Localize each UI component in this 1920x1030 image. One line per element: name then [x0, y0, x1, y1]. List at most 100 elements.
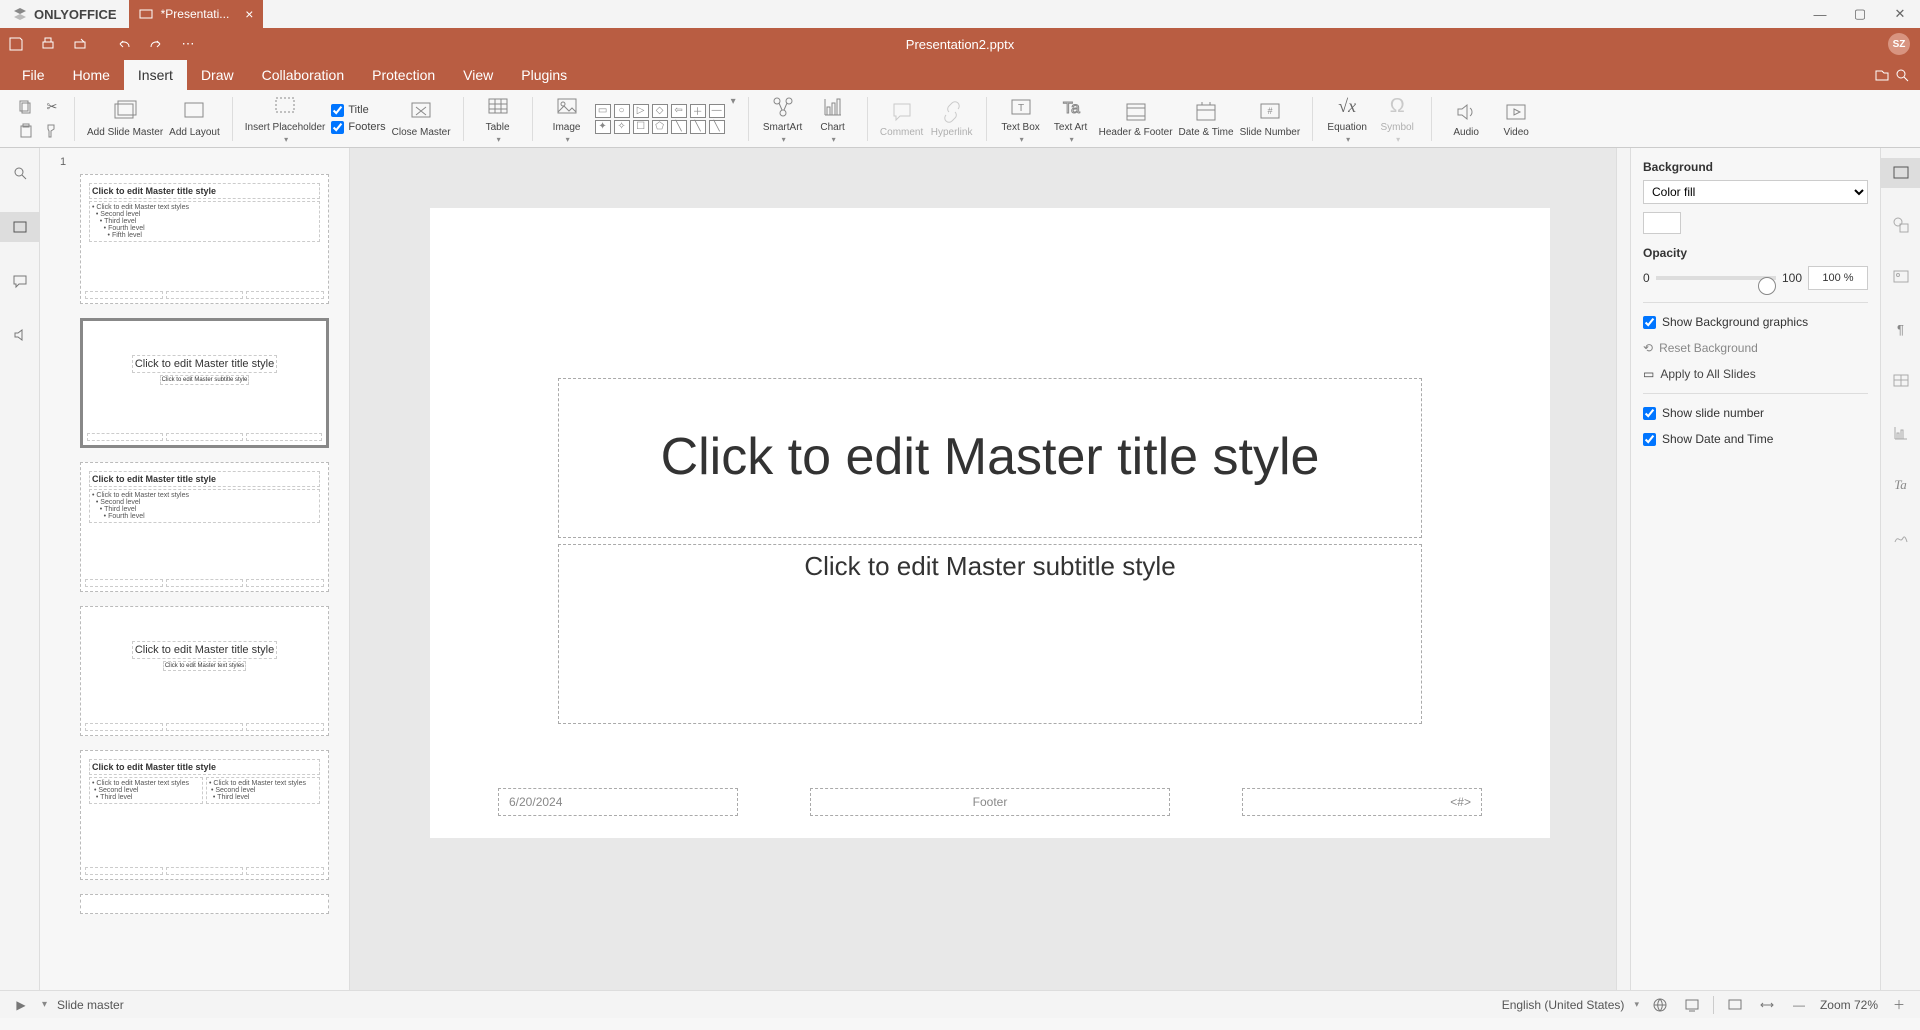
- smartart-button[interactable]: SmartArt: [761, 94, 805, 144]
- text-box-button[interactable]: T Text Box: [999, 94, 1043, 144]
- title-placeholder[interactable]: Click to edit Master title style: [558, 378, 1422, 538]
- slides-panel-icon[interactable]: [0, 212, 40, 242]
- add-slide-master-button[interactable]: Add Slide Master: [87, 99, 163, 138]
- text-art-button[interactable]: Ta Text Art: [1049, 94, 1093, 144]
- equation-button[interactable]: √x Equation: [1325, 94, 1369, 144]
- audio-button[interactable]: Audio: [1444, 99, 1488, 138]
- insert-placeholder-button[interactable]: Insert Placeholder: [245, 94, 326, 144]
- feedback-icon[interactable]: [0, 320, 40, 350]
- table-settings-icon[interactable]: [1881, 366, 1920, 396]
- more-icon[interactable]: ⋯: [172, 28, 204, 60]
- slide-number-placeholder[interactable]: <#>: [1242, 788, 1482, 816]
- undo-icon[interactable]: [108, 28, 140, 60]
- subtitle-placeholder[interactable]: Click to edit Master subtitle style: [558, 544, 1422, 724]
- slide-thumbnails[interactable]: 1 Click to edit Master title style • Cli…: [40, 148, 350, 990]
- format-painter-icon[interactable]: [42, 121, 62, 141]
- fill-color-swatch[interactable]: [1643, 212, 1681, 234]
- title-checkbox[interactable]: Title: [331, 104, 385, 117]
- menu-insert[interactable]: Insert: [124, 60, 187, 90]
- close-tab-icon[interactable]: ×: [245, 6, 253, 22]
- copy-icon[interactable]: [16, 97, 36, 117]
- menu-home[interactable]: Home: [59, 60, 124, 90]
- thumb-layout-2[interactable]: Click to edit Master title style • Click…: [80, 462, 329, 592]
- cut-icon[interactable]: ✂: [42, 97, 62, 117]
- thumb-master[interactable]: Click to edit Master title style • Click…: [80, 174, 329, 304]
- close-master-button[interactable]: Close Master: [392, 99, 451, 138]
- table-button[interactable]: Table: [476, 94, 520, 144]
- apply-all-button[interactable]: ▭Apply to All Slides: [1643, 361, 1868, 387]
- zoom-out-icon[interactable]: —: [1788, 994, 1810, 1016]
- comment-button: Comment: [880, 99, 924, 138]
- fit-width-icon[interactable]: [1756, 994, 1778, 1016]
- thumb-layout-3[interactable]: Click to edit Master title styleClick to…: [80, 606, 329, 736]
- signature-settings-icon[interactable]: [1881, 522, 1920, 552]
- chart-settings-icon[interactable]: [1881, 418, 1920, 448]
- menu-plugins[interactable]: Plugins: [507, 60, 581, 90]
- main-area: 1 Click to edit Master title style • Cli…: [0, 148, 1920, 990]
- svg-text:T: T: [1018, 103, 1024, 114]
- image-settings-icon[interactable]: [1881, 262, 1920, 292]
- shapes-gallery[interactable]: ▭○▷◇⇦＋— ✦✧☐⬠╲╲╲: [595, 104, 725, 134]
- menu-view[interactable]: View: [449, 60, 507, 90]
- paste-icon[interactable]: [16, 121, 36, 141]
- date-time-button[interactable]: Date & Time: [1179, 99, 1234, 138]
- canvas-scrollbar[interactable]: [1616, 148, 1630, 990]
- fill-type-select[interactable]: Color fill: [1643, 180, 1868, 204]
- slide-settings-icon[interactable]: [1881, 158, 1920, 188]
- menu-collaboration[interactable]: Collaboration: [248, 60, 359, 90]
- hyperlink-button: Hyperlink: [930, 99, 974, 138]
- shapes-expand-icon[interactable]: ▾: [731, 96, 736, 107]
- slide-canvas[interactable]: Click to edit Master title style Click t…: [350, 148, 1630, 990]
- slide[interactable]: Click to edit Master title style Click t…: [430, 208, 1550, 838]
- footer-placeholder[interactable]: Footer: [810, 788, 1170, 816]
- close-window-button[interactable]: ✕: [1880, 0, 1920, 28]
- image-button[interactable]: Image: [545, 94, 589, 144]
- save-icon[interactable]: [0, 28, 32, 60]
- maximize-button[interactable]: ▢: [1840, 0, 1880, 28]
- quick-print-icon[interactable]: [64, 28, 96, 60]
- doc-feedback-icon[interactable]: [1681, 994, 1703, 1016]
- slide-number-button[interactable]: # Slide Number: [1240, 99, 1301, 138]
- opacity-min: 0: [1643, 271, 1650, 285]
- date-placeholder[interactable]: 6/20/2024: [498, 788, 738, 816]
- show-date-time-checkbox[interactable]: Show Date and Time: [1643, 426, 1868, 452]
- add-layout-button[interactable]: Add Layout: [169, 99, 220, 138]
- zoom-in-icon[interactable]: ＋: [1888, 994, 1910, 1016]
- search-icon[interactable]: [1894, 67, 1910, 83]
- document-tab[interactable]: *Presentati... ×: [129, 0, 264, 28]
- video-button[interactable]: Video: [1494, 99, 1538, 138]
- paragraph-settings-icon[interactable]: ¶: [1881, 314, 1920, 344]
- reset-background-button[interactable]: ⟲Reset Background: [1643, 335, 1868, 361]
- print-icon[interactable]: [32, 28, 64, 60]
- minimize-button[interactable]: —: [1800, 0, 1840, 28]
- menu-draw[interactable]: Draw: [187, 60, 248, 90]
- redo-icon[interactable]: [140, 28, 172, 60]
- opacity-slider[interactable]: [1656, 276, 1776, 280]
- comments-panel-icon[interactable]: [0, 266, 40, 296]
- start-slideshow-icon[interactable]: ▶: [10, 994, 32, 1016]
- thumb-layout-5[interactable]: [80, 894, 329, 914]
- opacity-max: 100: [1782, 271, 1802, 285]
- user-avatar[interactable]: SZ: [1888, 33, 1910, 55]
- open-location-icon[interactable]: [1874, 67, 1890, 83]
- zoom-label[interactable]: Zoom 72%: [1820, 998, 1878, 1012]
- thumb-layout-4[interactable]: Click to edit Master title style • Click…: [80, 750, 329, 880]
- thumb-layout-1[interactable]: Click to edit Master title style Click t…: [80, 318, 329, 448]
- find-icon[interactable]: [0, 158, 40, 188]
- fit-slide-icon[interactable]: [1724, 994, 1746, 1016]
- text-art-settings-icon[interactable]: Ta: [1881, 470, 1920, 500]
- shape-settings-icon[interactable]: [1881, 210, 1920, 240]
- menu-protection[interactable]: Protection: [358, 60, 449, 90]
- opacity-value[interactable]: 100 %: [1808, 266, 1868, 290]
- footers-checkbox[interactable]: Footers: [331, 121, 385, 134]
- show-slide-number-checkbox[interactable]: Show slide number: [1643, 400, 1868, 426]
- app-logo: ONLYOFFICE: [0, 6, 129, 22]
- background-heading: Background: [1643, 160, 1868, 174]
- slideshow-dropdown-icon[interactable]: ▾: [42, 999, 47, 1010]
- header-footer-button[interactable]: Header & Footer: [1099, 99, 1173, 138]
- language-label[interactable]: English (United States): [1502, 998, 1625, 1012]
- chart-button[interactable]: Chart: [811, 94, 855, 144]
- show-bg-graphics-checkbox[interactable]: Show Background graphics: [1643, 309, 1868, 335]
- menu-file[interactable]: File: [8, 60, 59, 90]
- spellcheck-icon[interactable]: [1649, 994, 1671, 1016]
